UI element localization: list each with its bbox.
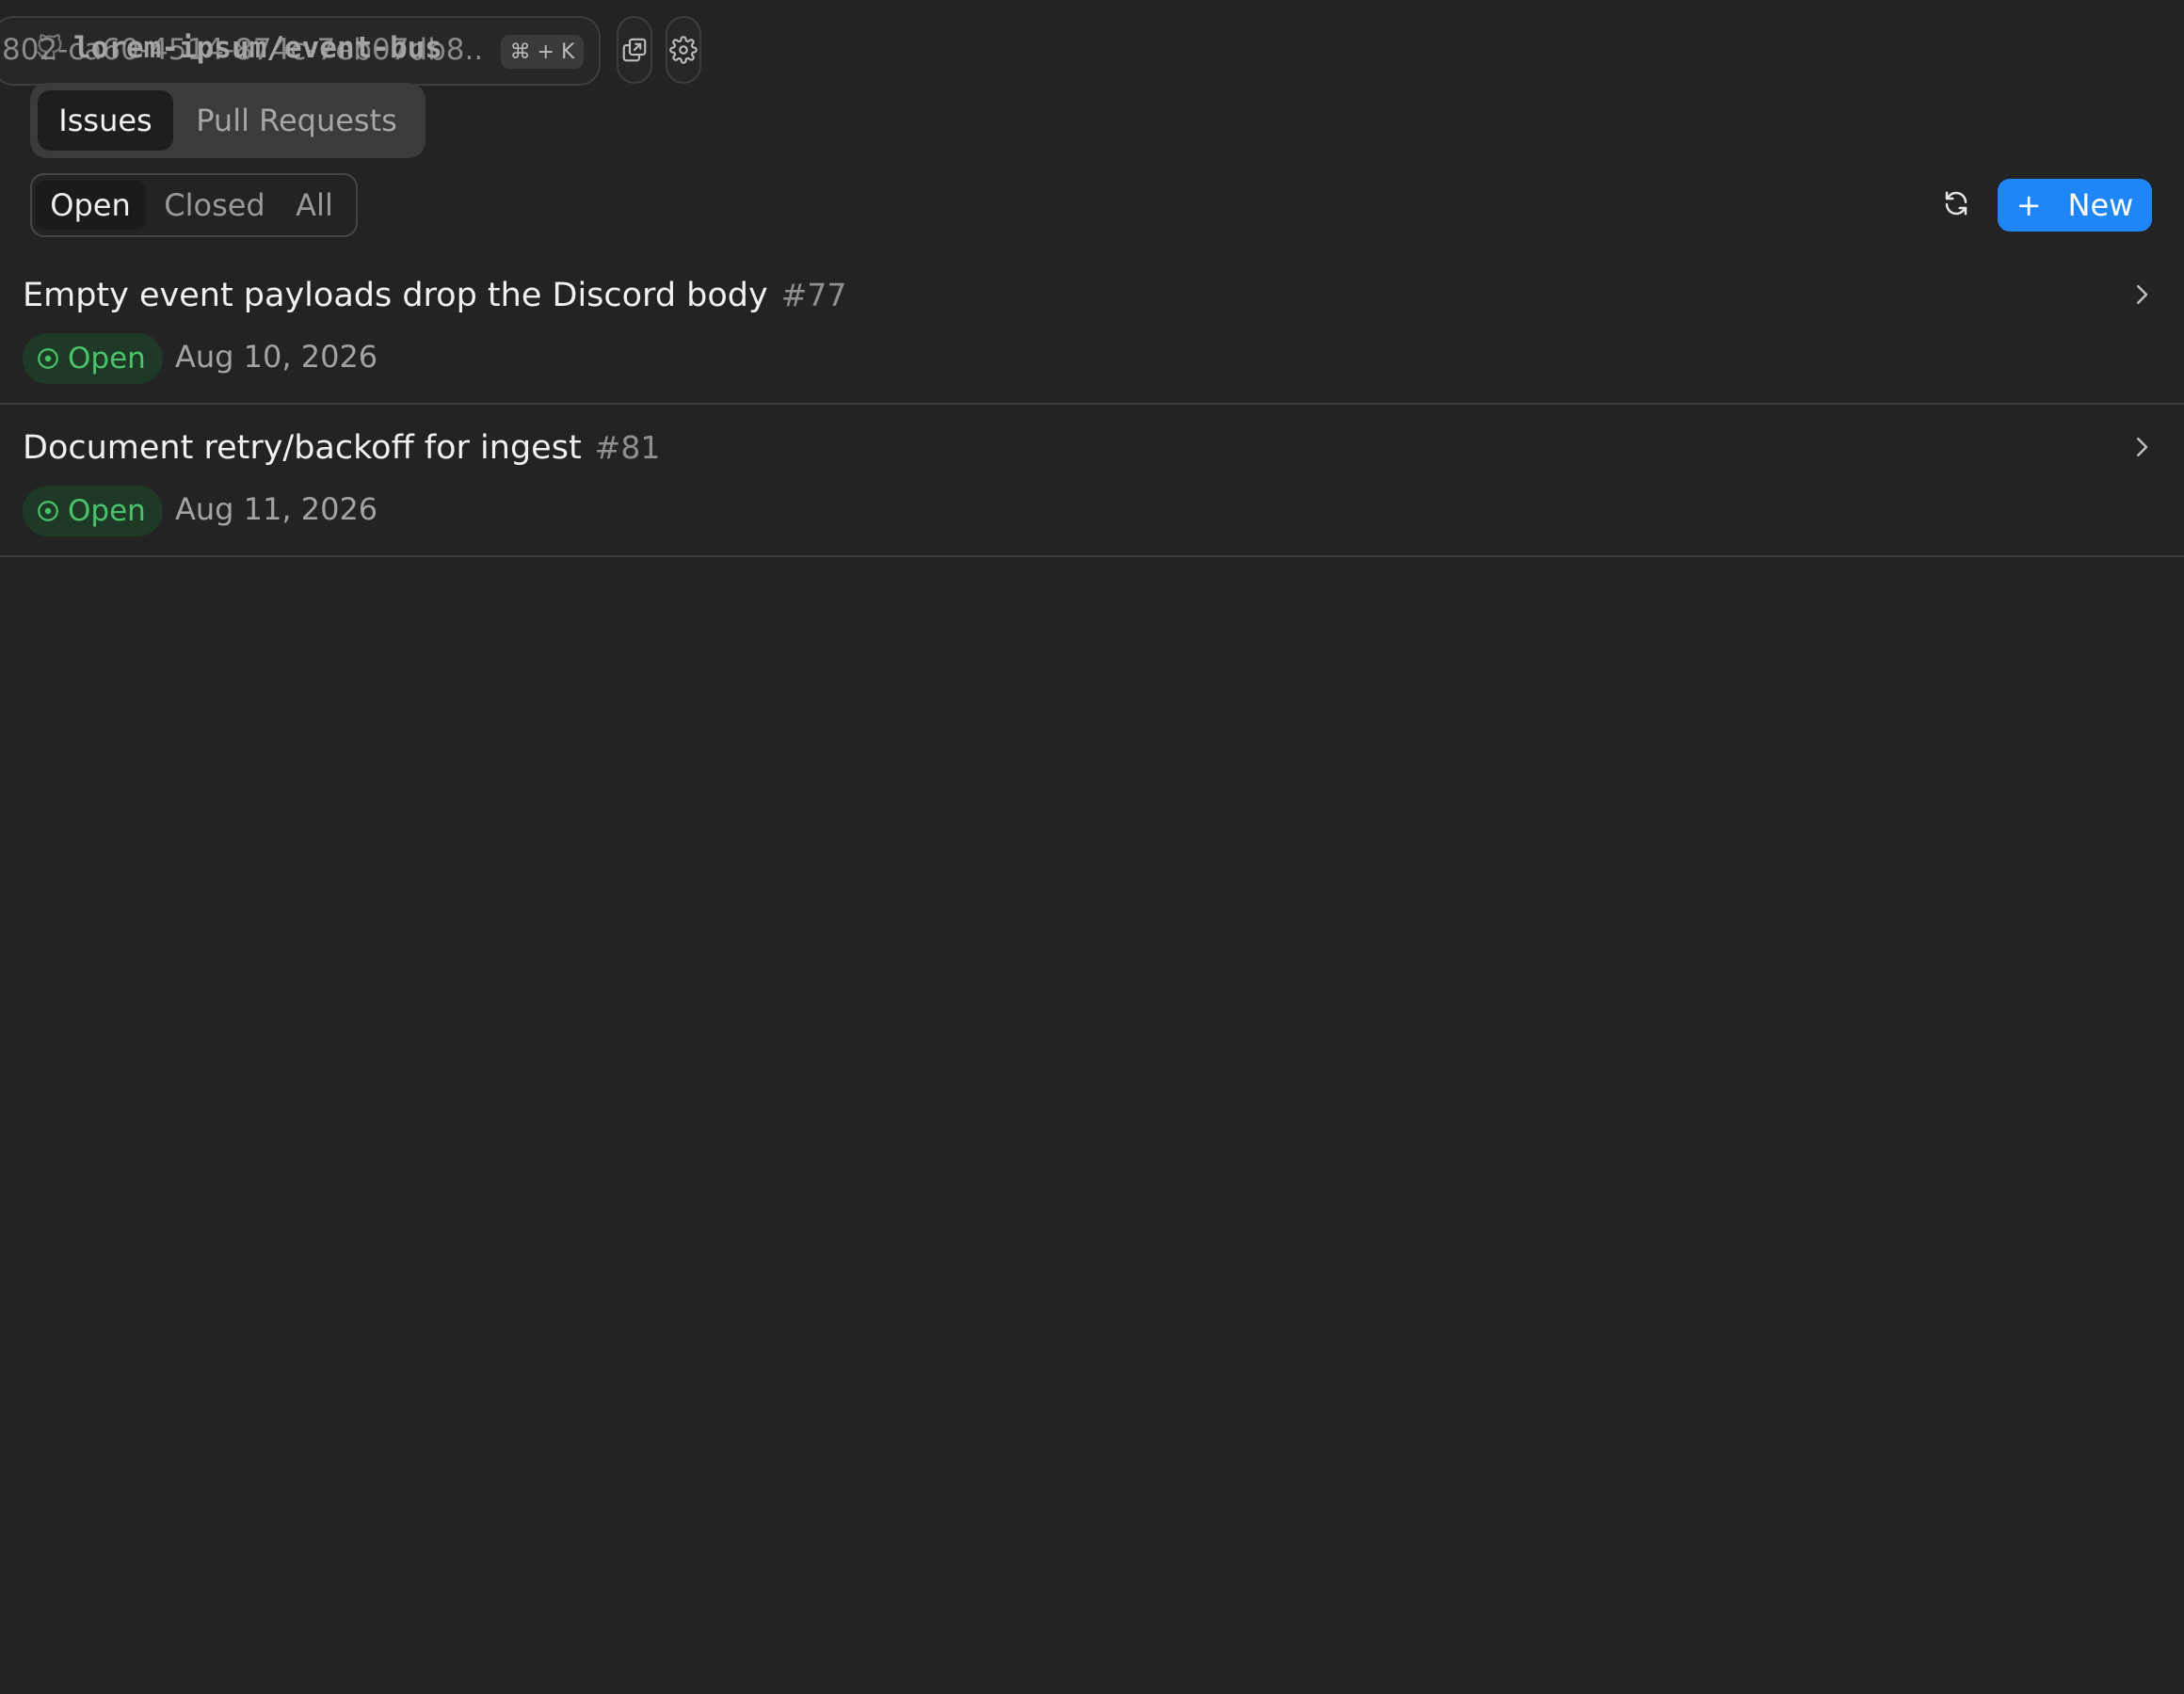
shortcut-hint: ⌘ + K	[501, 35, 584, 69]
chevron-right-icon	[2137, 285, 2148, 304]
repo-selector[interactable]: 802-ca60-4514-874c-7eb07db8.. lorem-ipsu…	[0, 16, 601, 86]
state-filter: Open Closed All	[30, 173, 358, 237]
refresh-icon	[1945, 191, 1967, 216]
issue-row[interactable]: Document retry/backoff for ingest #81 Ope…	[0, 405, 2184, 557]
status-label: Open	[68, 342, 146, 376]
plus-icon: +	[2015, 187, 2042, 223]
issue-row[interactable]: Empty event payloads drop the Discord bo…	[0, 252, 2184, 405]
issue-number: #77	[780, 277, 847, 313]
github-icon	[37, 34, 62, 60]
open-external-button[interactable]	[617, 16, 652, 84]
chevron-right-icon	[2137, 438, 2148, 456]
status-badge: Open	[23, 486, 163, 536]
issue-date: Aug 11, 2026	[175, 491, 378, 527]
external-window-icon	[622, 38, 647, 62]
status-badge: Open	[23, 333, 163, 384]
refresh-button[interactable]	[1937, 184, 1975, 222]
issue-open-icon	[38, 501, 58, 521]
status-label: Open	[68, 494, 146, 528]
filter-closed[interactable]: Closed	[158, 181, 271, 230]
issue-date: Aug 10, 2026	[175, 339, 378, 375]
repo-name: lorem-ipsum/event-bus	[73, 31, 442, 65]
new-button-label: New	[2067, 187, 2134, 223]
gear-icon	[669, 36, 698, 64]
filter-all[interactable]: All	[282, 181, 346, 230]
tab-issues[interactable]: Issues	[38, 90, 173, 151]
app-root: 802-ca60-4514-874c-7eb07db8.. lorem-ipsu…	[0, 0, 2184, 1694]
filter-open[interactable]: Open	[36, 181, 145, 230]
settings-button[interactable]	[666, 16, 701, 84]
issue-title: Document retry/backoff for ingest	[23, 429, 582, 467]
issue-open-icon	[38, 348, 58, 369]
issue-title: Empty event payloads drop the Discord bo…	[23, 277, 768, 314]
issue-title-line: Document retry/backoff for ingest #81	[23, 429, 660, 471]
issue-number: #81	[594, 429, 661, 466]
tab-pull-requests[interactable]: Pull Requests	[186, 90, 407, 151]
issue-title-line: Empty event payloads drop the Discord bo…	[23, 277, 846, 318]
main-tabs: Issues Pull Requests	[30, 83, 426, 158]
new-issue-button[interactable]: + New	[1998, 179, 2152, 232]
issue-list: Empty event payloads drop the Discord bo…	[0, 252, 2184, 557]
